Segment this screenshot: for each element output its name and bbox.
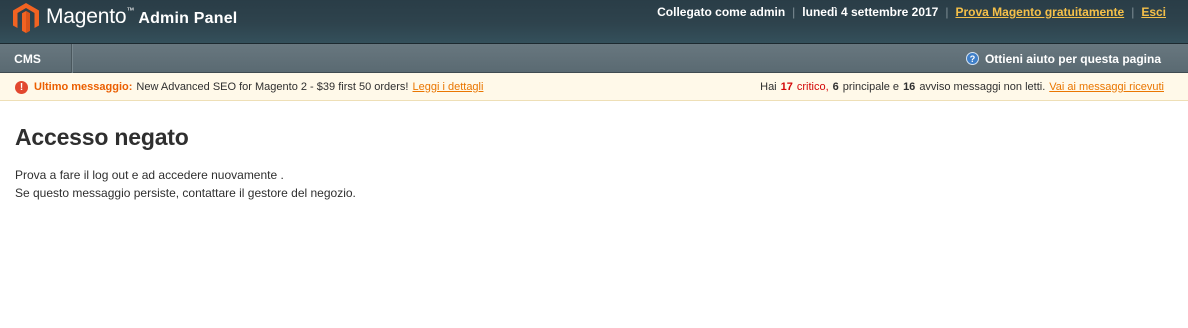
summary-tail: avviso messaggi non letti. <box>919 81 1046 93</box>
question-icon: ? <box>965 52 979 65</box>
try-magento-link[interactable]: Prova Magento gratuitamente <box>955 5 1124 19</box>
magento-logo-icon <box>13 3 39 33</box>
critical-word: critico, <box>796 81 829 93</box>
notification-bar: ! Ultimo messaggio: New Advanced SEO for… <box>0 73 1188 101</box>
logo-trademark: ™ <box>126 5 135 15</box>
page-title: Accesso negato <box>15 124 189 150</box>
latest-message-text: New Advanced SEO for Magento 2 - $39 fir… <box>136 81 409 93</box>
latest-message: ! Ultimo messaggio: New Advanced SEO for… <box>15 73 483 101</box>
current-date: lunedì 4 settembre 2017 <box>802 5 939 19</box>
major-word: principale e <box>842 81 900 93</box>
messages-summary: Hai 17 critico, 6 principale e 16 avviso… <box>760 73 1164 101</box>
help-label: Ottieni aiuto per questa pagina <box>984 51 1161 66</box>
alert-icon: ! <box>15 80 28 94</box>
latest-message-label: Ultimo messaggio: <box>34 81 133 93</box>
logged-in-text: Collegato come admin <box>657 5 786 19</box>
critical-count: 17 <box>780 81 793 93</box>
access-denied-line-1: Prova a fare il log out e ad accedere nu… <box>15 168 284 182</box>
magento-logo[interactable]: Magento ™ Admin Panel <box>13 2 237 34</box>
logo-brand-text: Magento <box>46 5 127 28</box>
admin-header: Magento ™ Admin Panel Collegato come adm… <box>0 0 1188 44</box>
go-to-inbox-link[interactable]: Vai ai messaggi ricevuti <box>1049 81 1164 93</box>
header-separator: | <box>945 5 949 19</box>
logout-link[interactable]: Esci <box>1141 5 1166 19</box>
minor-count: 16 <box>903 81 916 93</box>
main-nav: CMS ? Ottieni aiuto per questa pagina <box>0 44 1188 73</box>
header-user-bar: Collegato come admin | lunedì 4 settembr… <box>657 5 1166 19</box>
access-denied-line-2: Se questo messaggio persiste, contattare… <box>15 186 356 200</box>
main-content: Accesso negato Prova a fare il log out e… <box>0 101 1188 202</box>
header-separator: | <box>792 5 796 19</box>
logo-subtitle: Admin Panel <box>138 10 238 27</box>
nav-item-cms[interactable]: CMS <box>0 44 72 73</box>
summary-prefix: Hai <box>760 81 777 93</box>
help-link[interactable]: ? Ottieni aiuto per questa pagina <box>965 44 1161 73</box>
header-separator: | <box>1131 5 1135 19</box>
read-details-link[interactable]: Leggi i dettagli <box>413 81 484 93</box>
major-count: 6 <box>832 81 839 93</box>
